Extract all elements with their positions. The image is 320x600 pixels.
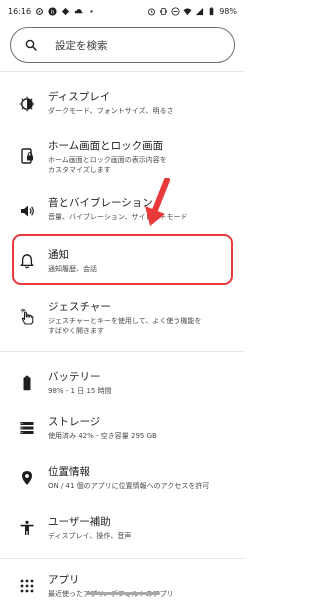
battery-percent: 98% bbox=[219, 6, 237, 16]
settings-item-title: バッテリー bbox=[48, 371, 101, 383]
settings-item-subtitle: ダークモード、フォントサイズ、明るさ bbox=[48, 107, 174, 115]
dot-icon bbox=[87, 7, 96, 16]
svg-text:b: b bbox=[51, 9, 55, 15]
settings-item-home-lock-screen[interactable]: ホーム画面とロック画面 ホーム画面とロック画面の表示内容を カスタマイズします bbox=[0, 139, 245, 179]
accessibility-icon bbox=[18, 519, 36, 537]
settings-item-location[interactable]: 位置情報 ON / 41 個のアプリに位置情報へのアクセスを許可 bbox=[0, 465, 245, 497]
settings-item-storage[interactable]: ストレージ 使用済み 42% - 空き容量 295 GB bbox=[0, 415, 245, 447]
settings-item-title: ジェスチャー bbox=[48, 301, 111, 313]
signal-icon bbox=[195, 7, 204, 16]
settings-item-display[interactable]: ディスプレイ ダークモード、フォントサイズ、明るさ bbox=[0, 90, 245, 122]
settings-item-subtitle: ホーム画面とロック画面の表示内容を カスタマイズします bbox=[48, 156, 167, 174]
vibrate-icon bbox=[159, 7, 168, 16]
settings-item-title: ユーザー補助 bbox=[48, 516, 111, 528]
settings-item-accessibility[interactable]: ユーザー補助 ディスプレイ、操作、音声 bbox=[0, 515, 245, 547]
settings-item-title: ホーム画面とロック画面 bbox=[48, 140, 164, 152]
app-notification-icon bbox=[61, 7, 70, 16]
settings-item-title: ストレージ bbox=[48, 416, 101, 428]
settings-item-title: ディスプレイ bbox=[48, 91, 111, 103]
highlight-box bbox=[12, 234, 233, 285]
battery-status-icon bbox=[207, 6, 216, 16]
battery-icon bbox=[18, 374, 36, 392]
section-divider bbox=[0, 558, 245, 559]
search-bar[interactable]: 設定を検索 bbox=[10, 27, 235, 63]
phone-lock-icon bbox=[18, 147, 36, 165]
cloud-icon bbox=[74, 7, 83, 16]
status-time: 16:16 bbox=[8, 6, 32, 16]
apps-grid-icon bbox=[18, 577, 36, 595]
settings-item-gestures[interactable]: ジェスチャー ジェスチャーとキーを使用して、よく使う機能を すばやく開きます bbox=[0, 300, 245, 340]
section-divider bbox=[0, 351, 245, 352]
location-pin-icon bbox=[18, 469, 36, 487]
settings-item-battery[interactable]: バッテリー 98% - 1 日 15 時間 bbox=[0, 370, 245, 402]
volume-icon bbox=[18, 202, 36, 220]
settings-gear-icon bbox=[35, 7, 44, 16]
settings-item-subtitle: ON / 41 個のアプリに位置情報へのアクセスを許可 bbox=[48, 482, 210, 490]
settings-item-subtitle: 98% - 1 日 15 時間 bbox=[48, 387, 112, 395]
b-app-icon: b bbox=[48, 6, 57, 16]
red-arrow-annotation bbox=[145, 178, 170, 226]
search-divider bbox=[0, 71, 245, 72]
dnd-icon bbox=[171, 6, 180, 16]
settings-item-subtitle: ディスプレイ、操作、音声 bbox=[48, 532, 132, 540]
status-bar: 16:16 b 98% bbox=[0, 0, 245, 22]
settings-item-title: 位置情報 bbox=[48, 466, 90, 478]
wifi-icon bbox=[183, 7, 192, 16]
gesture-hand-icon bbox=[18, 308, 36, 326]
search-icon bbox=[25, 36, 37, 55]
settings-item-subtitle: ジェスチャーとキーを使用して、よく使う機能を すばやく開きます bbox=[48, 317, 202, 335]
settings-item-subtitle: 使用済み 42% - 空き容量 295 GB bbox=[48, 432, 157, 440]
settings-item-title: アプリ bbox=[48, 574, 80, 586]
display-brightness-icon bbox=[18, 95, 36, 113]
search-placeholder: 設定を検索 bbox=[55, 39, 108, 52]
home-indicator[interactable] bbox=[86, 592, 160, 595]
storage-icon bbox=[18, 419, 36, 437]
settings-item-apps[interactable]: アプリ 最近使ったアプリ、デフォルトのアプリ bbox=[0, 573, 245, 600]
alarm-icon bbox=[147, 7, 156, 16]
settings-item-sound-vibration[interactable]: 音とバイブレーション 音量、バイブレーション、サイレントモード bbox=[0, 196, 245, 228]
